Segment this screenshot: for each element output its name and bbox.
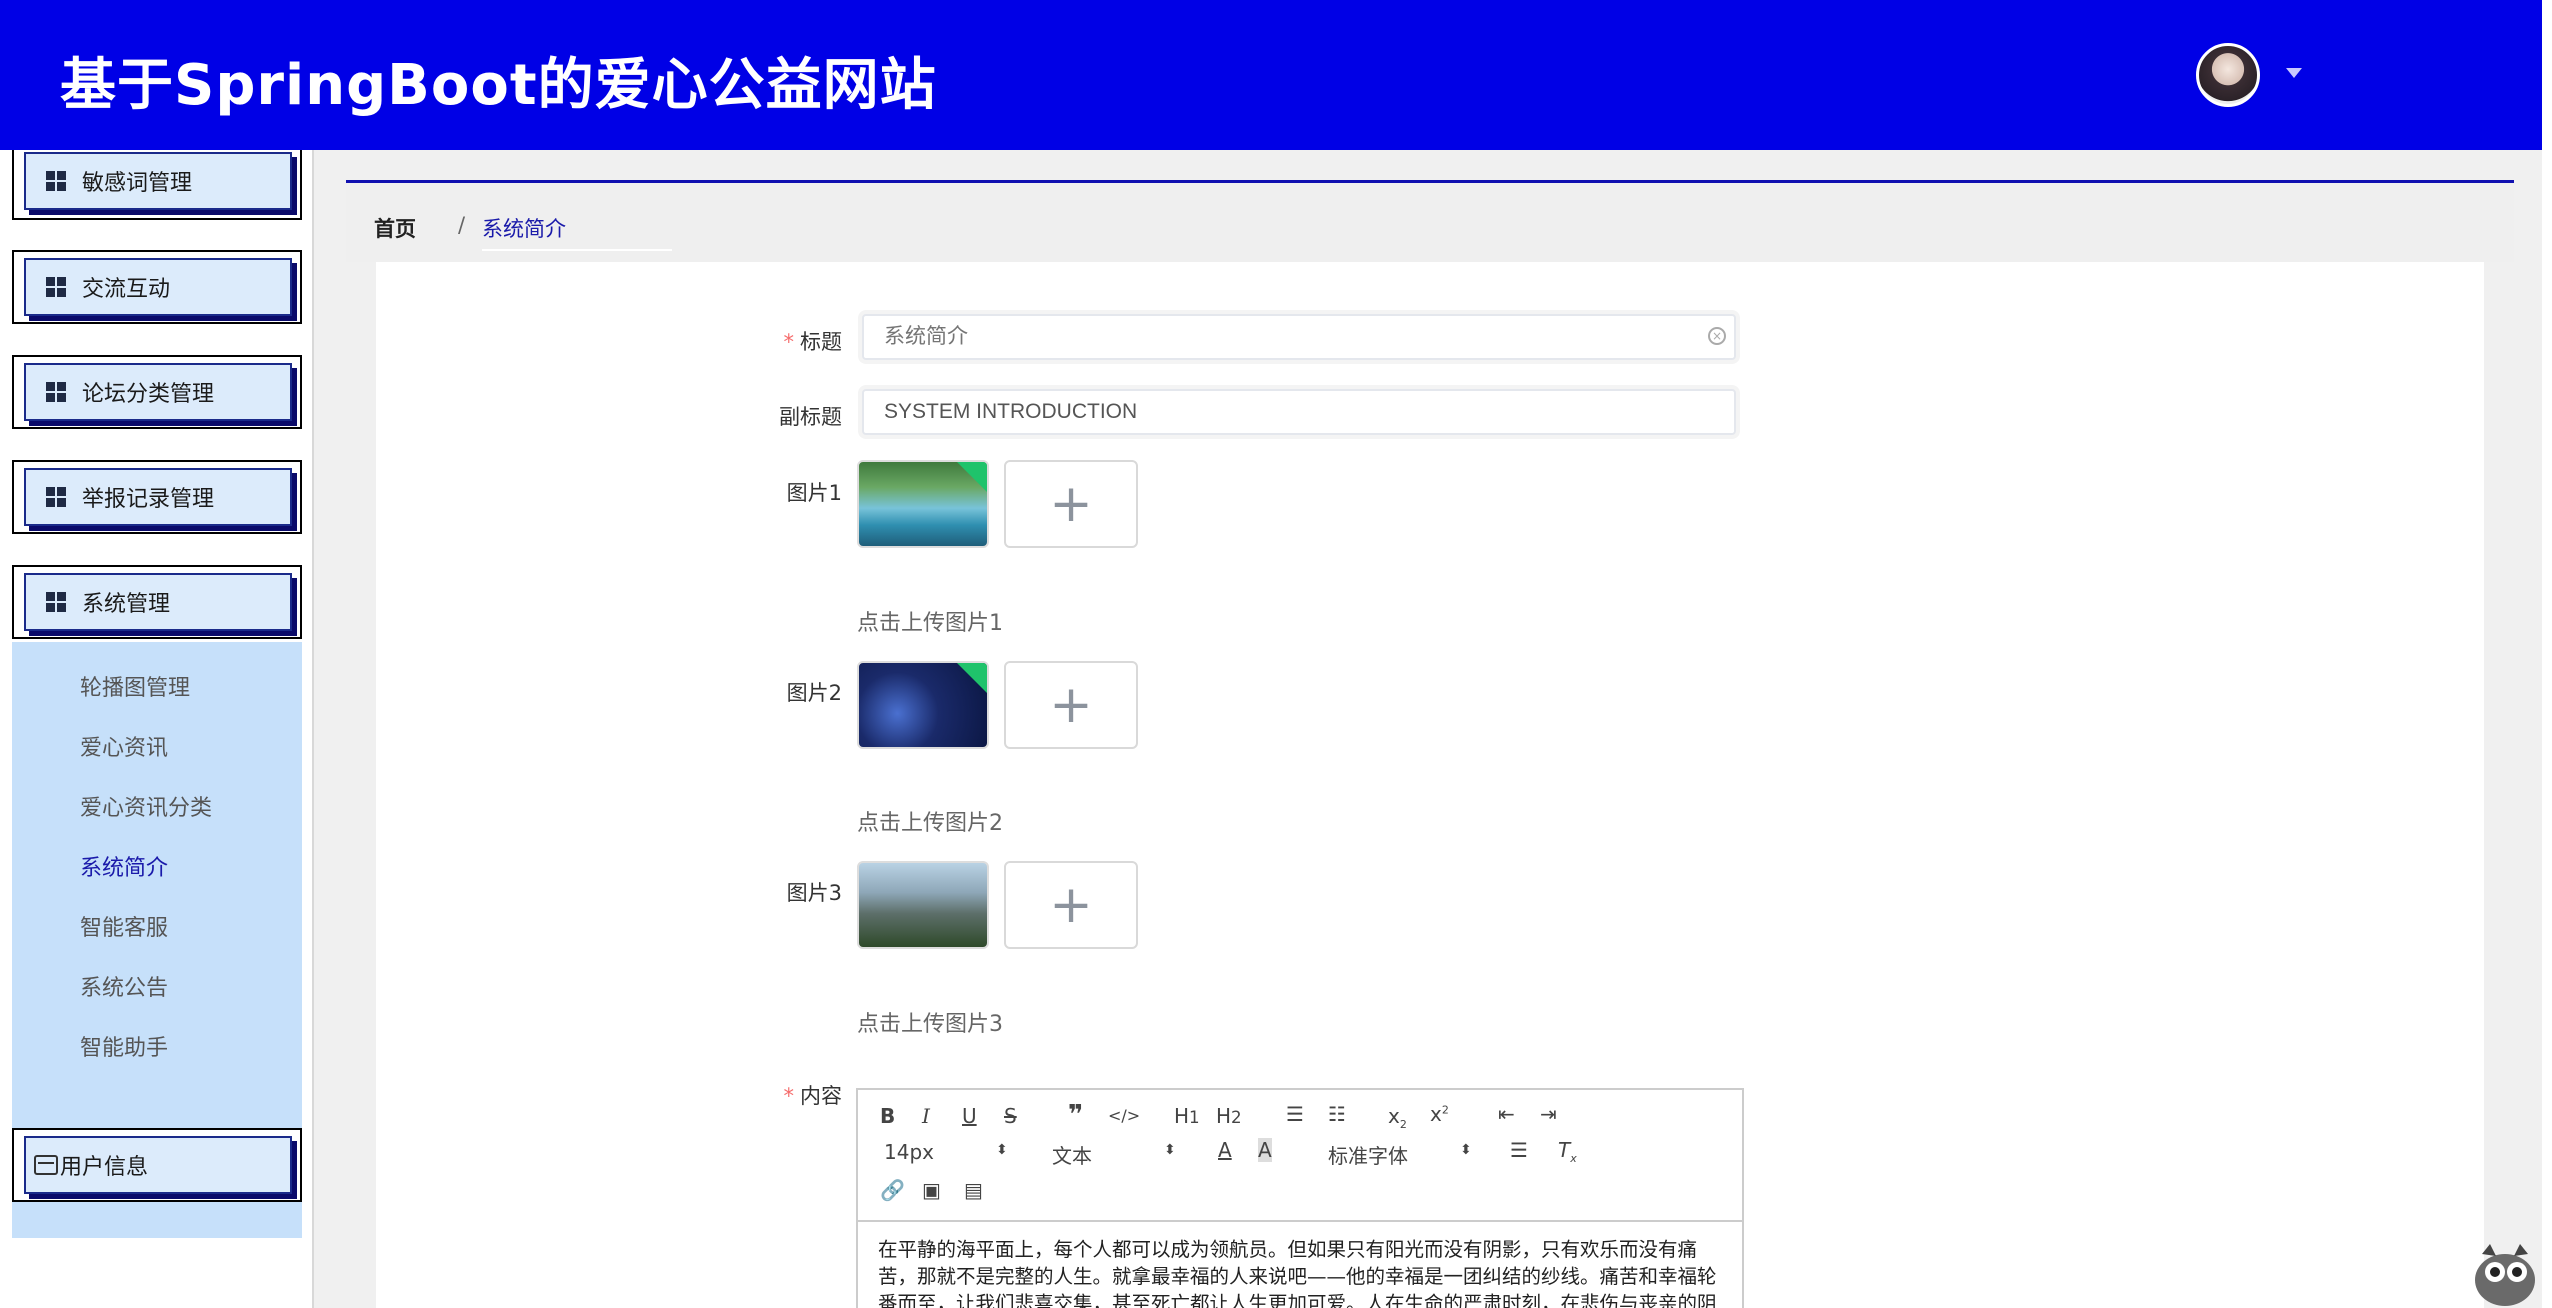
user-avatar[interactable] [2196, 43, 2260, 107]
grid-icon [46, 382, 66, 402]
submenu-item-news-category[interactable]: 爱心资讯分类 [80, 790, 212, 822]
image1-thumbnail[interactable] [857, 460, 989, 548]
breadcrumb: 首页 / 系统简介 [346, 180, 2514, 262]
content-line: 苦，那就不是完整的人生。就拿最幸福的人来说吧——他的幸福是一团纠结的纱线。痛苦和… [878, 1265, 1717, 1288]
image1-hint: 点击上传图片1 [857, 611, 1003, 636]
breadcrumb-current: 系统简介 [482, 217, 566, 241]
title-input[interactable] [862, 314, 1736, 360]
sidebar: 敏感词管理 交流互动 论坛分类管理 举报记录管理 系统管理 轮播图管理 爱心资讯… [0, 150, 314, 1308]
indent-icon[interactable]: ⇥ [1540, 1102, 1557, 1126]
image3-label: 图片3 [786, 881, 842, 905]
menu-group-sensitive-words: 敏感词管理 [12, 150, 302, 220]
breadcrumb-separator: / [458, 213, 466, 237]
image2-label: 图片2 [786, 681, 842, 705]
menu-forum-category[interactable]: 论坛分类管理 [24, 363, 292, 421]
content-line: 番而至，让我们悲喜交集，甚至死亡都让人生更加可爱。人在生命的严肃时刻，在悲伤与丧… [878, 1292, 1717, 1308]
menu-group-reports: 举报记录管理 [12, 460, 302, 534]
image3-thumbnail[interactable] [857, 861, 989, 949]
outdent-icon[interactable]: ⇤ [1498, 1102, 1515, 1126]
menu-label: 论坛分类管理 [82, 382, 215, 407]
top-header: 基于SpringBoot的爱心公益网站 [0, 0, 2542, 150]
plus-icon: + [1049, 875, 1093, 935]
menu-label: 用户信息 [60, 1155, 149, 1180]
code-icon[interactable]: </> [1108, 1106, 1140, 1125]
submenu-item-smart-service[interactable]: 智能客服 [80, 910, 168, 942]
image2-hint: 点击上传图片2 [857, 811, 1003, 836]
image1-label: 图片1 [786, 481, 842, 505]
menu-group-user-info: 用户信息 [12, 1128, 302, 1202]
clear-icon[interactable]: × [1708, 327, 1726, 345]
site-title: 基于SpringBoot的爱心公益网站 [60, 53, 937, 118]
video-icon[interactable]: ▤ [964, 1178, 983, 1202]
underline-icon[interactable]: U [962, 1104, 977, 1128]
subtitle-input[interactable] [862, 389, 1736, 435]
strikethrough-icon[interactable]: S [1004, 1104, 1017, 1128]
bold-icon[interactable]: B [880, 1104, 895, 1128]
menu-group-forum-category: 论坛分类管理 [12, 355, 302, 429]
editor-toolbar: B I U S ❞ </> H1 H2 ☰ ☷ x2 x2 ⇤ ⇥ 14px ⬍ … [858, 1090, 1742, 1222]
submenu-item-announcement[interactable]: 系统公告 [80, 970, 168, 1002]
breadcrumb-home[interactable]: 首页 [374, 213, 416, 243]
menu-label: 敏感词管理 [82, 171, 193, 196]
superscript-icon[interactable]: x2 [1430, 1102, 1449, 1126]
menu-group-system: 系统管理 [12, 565, 302, 639]
mascot-icon[interactable] [2470, 1240, 2540, 1308]
clear-format-icon[interactable]: Tx [1558, 1138, 1577, 1165]
heading2-icon[interactable]: H2 [1216, 1104, 1242, 1128]
content-line: 在平静的海平面上，每个人都可以成为领航员。但如果只有阳光而没有阴影，只有欢乐而没… [878, 1238, 1698, 1261]
title-label: * 标题 [783, 330, 843, 354]
submenu-item-charity-news[interactable]: 爱心资讯 [80, 730, 168, 762]
menu-label: 交流互动 [82, 277, 171, 302]
plus-icon: + [1049, 474, 1093, 534]
menu-label: 系统管理 [82, 592, 171, 617]
menu-label: 举报记录管理 [82, 487, 215, 512]
image1-upload-button[interactable]: + [1004, 460, 1138, 548]
image-icon[interactable]: ▣ [922, 1178, 941, 1202]
submenu-item-smart-assistant[interactable]: 智能助手 [80, 1030, 168, 1062]
image3-upload-button[interactable]: + [1004, 861, 1138, 949]
menu-system[interactable]: 系统管理 [24, 573, 292, 631]
align-icon[interactable]: ☰ [1510, 1138, 1528, 1162]
plus-icon: + [1049, 675, 1093, 735]
image2-upload-button[interactable]: + [1004, 661, 1138, 749]
subtitle-label: 副标题 [779, 405, 842, 429]
subscript-icon[interactable]: x2 [1388, 1104, 1407, 1131]
card-icon [34, 1155, 58, 1175]
menu-sensitive-words[interactable]: 敏感词管理 [24, 152, 292, 210]
heading1-icon[interactable]: H1 [1174, 1104, 1200, 1128]
font-color-icon[interactable]: A [1218, 1138, 1232, 1162]
breadcrumb-underline [482, 249, 672, 251]
right-edge [2542, 0, 2552, 1308]
grid-icon [46, 592, 66, 612]
menu-reports[interactable]: 举报记录管理 [24, 468, 292, 526]
block-type-select[interactable]: 文本 ⬍ [1052, 1140, 1182, 1168]
blockquote-icon[interactable]: ❞ [1068, 1100, 1083, 1130]
caret-down-icon[interactable] [2286, 68, 2302, 78]
rich-text-editor: B I U S ❞ </> H1 H2 ☰ ☷ x2 x2 ⇤ ⇥ 14px ⬍ … [856, 1088, 1744, 1308]
bullet-list-icon[interactable]: ☷ [1328, 1102, 1346, 1126]
font-size-select[interactable]: 14px ⬍ [884, 1140, 1014, 1166]
ordered-list-icon[interactable]: ☰ [1286, 1102, 1304, 1126]
link-icon[interactable]: 🔗 [880, 1178, 905, 1202]
menu-user-info[interactable]: 用户信息 [24, 1136, 292, 1194]
image2-thumbnail[interactable] [857, 661, 989, 749]
editor-content[interactable]: 在平静的海平面上，每个人都可以成为领航员。但如果只有阳光而没有阴影，只有欢乐而没… [878, 1236, 1728, 1308]
submenu-item-system-intro[interactable]: 系统简介 [80, 850, 168, 882]
menu-interaction[interactable]: 交流互动 [24, 258, 292, 316]
italic-icon[interactable]: I [922, 1104, 930, 1128]
grid-icon [46, 171, 66, 191]
grid-icon [46, 277, 66, 297]
background-color-icon[interactable]: A [1258, 1138, 1272, 1162]
image3-hint: 点击上传图片3 [857, 1012, 1003, 1037]
menu-group-interaction: 交流互动 [12, 250, 302, 324]
font-family-select[interactable]: 标准字体 ⬍ [1328, 1140, 1478, 1168]
grid-icon [46, 487, 66, 507]
submenu-item-carousel[interactable]: 轮播图管理 [80, 670, 190, 702]
content-label: * 内容 [783, 1084, 843, 1108]
